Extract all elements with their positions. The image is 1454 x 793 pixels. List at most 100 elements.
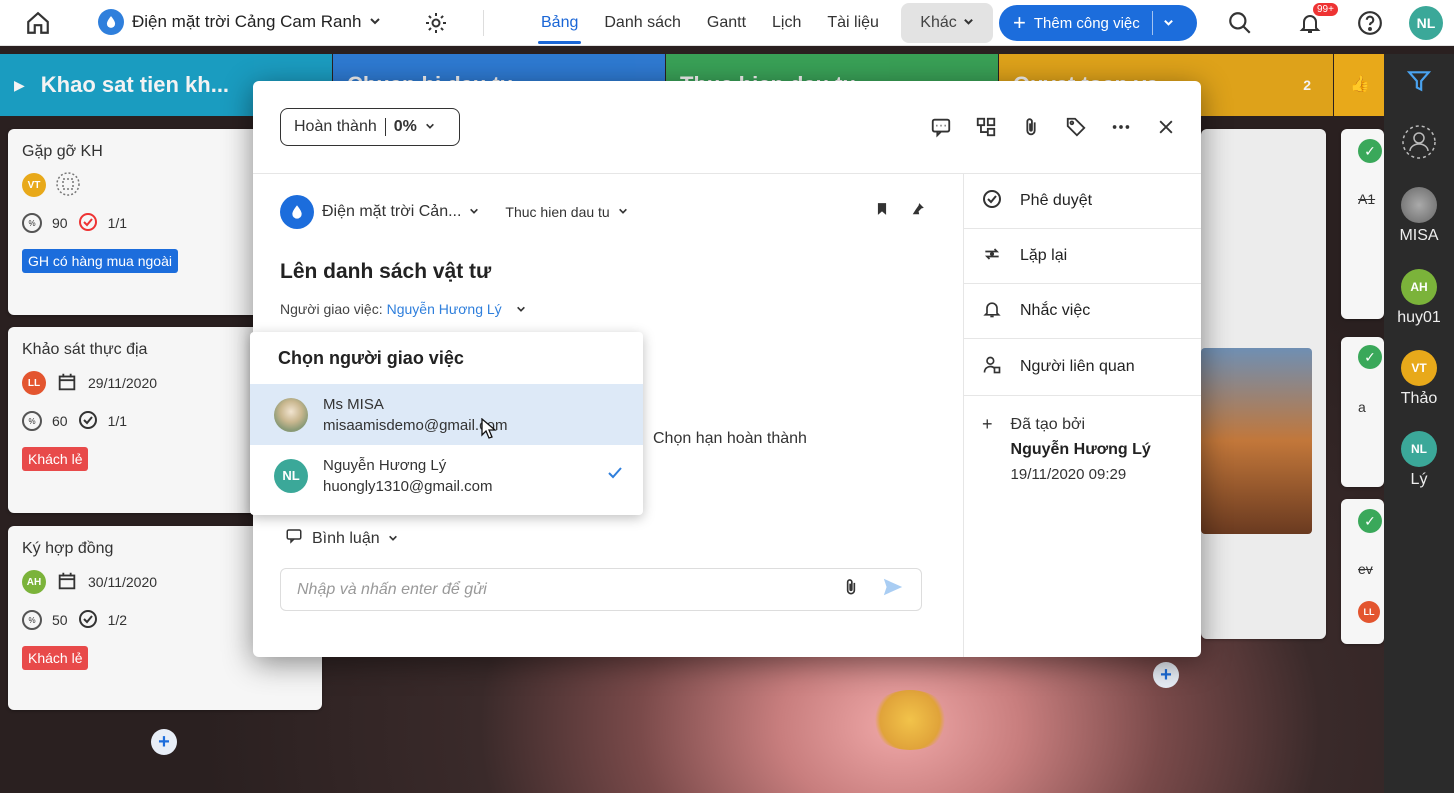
rail-user[interactable]: NL Lý [1384, 431, 1454, 489]
add-card-button[interactable]: + [1153, 662, 1179, 688]
comment-input[interactable] [297, 580, 841, 599]
rail-user[interactable]: VT Thảo [1384, 350, 1454, 408]
column-title: Khao sat tien kh... [40, 72, 230, 97]
top-bar: Điện mặt trời Cảng Cam Ranh Bảng Danh sá… [0, 0, 1454, 46]
water-drop-icon [98, 9, 124, 35]
assigner-option[interactable]: Ms MISA misaamisdemo@gmail.com [250, 384, 643, 445]
check-circle-icon [982, 189, 1002, 214]
project-crumb[interactable]: Điện mặt trời Cản... [322, 203, 461, 221]
repeat-action[interactable]: Lặp lại [964, 229, 1201, 284]
user-avatar[interactable]: NL [1409, 6, 1443, 40]
subtask-icon[interactable] [972, 113, 999, 140]
divider [483, 10, 484, 36]
checklist-count: 1/2 [107, 612, 128, 628]
option-name: Ms MISA [323, 395, 384, 413]
approve-action[interactable]: Phê duyệt [964, 174, 1201, 229]
send-icon[interactable] [881, 576, 905, 603]
task-card[interactable]: ✓ A1 [1341, 129, 1384, 319]
repeat-icon [982, 244, 1002, 269]
related-people-action[interactable]: Người liên quan [964, 339, 1201, 396]
comment-icon[interactable] [927, 113, 954, 140]
stage-crumb[interactable]: Thuc hien dau tu [505, 204, 609, 220]
chevron-down-icon[interactable] [469, 203, 479, 221]
comment-input-box [280, 568, 922, 611]
due-date: 29/11/2020 [88, 375, 158, 391]
related-label: Người liên quan [1020, 358, 1135, 375]
task-title[interactable]: Lên danh sách vật tư [280, 260, 491, 284]
tag-label: Khách lẻ [22, 447, 89, 471]
remind-label: Nhắc việc [1020, 302, 1091, 319]
assigner-option[interactable]: NL Nguyễn Hương Lý huongly1310@gmail.com [250, 445, 643, 506]
header-actions [927, 113, 1179, 140]
created-by: Nguyễn Hương Lý [1010, 441, 1151, 458]
avatar: NL [274, 458, 308, 493]
chevron-down-icon[interactable] [516, 301, 526, 317]
calendar-icon[interactable] [56, 171, 80, 199]
card-title: a [1358, 399, 1366, 415]
home-icon[interactable] [18, 3, 58, 43]
option-email: misaamisdemo@gmail.com [323, 416, 508, 434]
add-card-button[interactable]: + [151, 729, 177, 755]
bookmark-icon[interactable] [875, 202, 889, 221]
more-menu-button[interactable]: Khác [901, 3, 993, 43]
avatar [274, 397, 308, 432]
avatar: NL [1401, 431, 1437, 467]
attachment-icon[interactable] [841, 577, 861, 602]
divider [384, 118, 386, 136]
help-icon[interactable] [1350, 3, 1390, 43]
assigner-label: Người giao việc: [280, 301, 383, 317]
status-dropdown[interactable]: Hoàn thành 0% [280, 108, 460, 146]
assigner-name[interactable]: Nguyễn Hương Lý [387, 301, 502, 317]
deadline-picker[interactable]: Chọn hạn hoàn thành [653, 430, 807, 448]
chevron-down-icon[interactable] [618, 203, 628, 221]
mouse-cursor-icon [481, 417, 497, 445]
pin-icon[interactable] [911, 202, 925, 221]
rail-user[interactable]: AH huy01 [1384, 269, 1454, 327]
rail-user-label: huy01 [1397, 309, 1441, 326]
thumbs-up-icon: 👍 [1350, 76, 1370, 93]
attachment-icon[interactable] [1017, 113, 1044, 140]
more-label: Khác [920, 14, 957, 31]
tab-danh-sach[interactable]: Danh sách [591, 0, 694, 46]
checklist-count: 1/1 [107, 215, 128, 231]
tag-icon[interactable] [1062, 113, 1089, 140]
add-task-label: Thêm công việc [1033, 14, 1140, 32]
search-icon[interactable] [1220, 3, 1260, 43]
task-card[interactable]: ✓ ev LL [1341, 499, 1384, 644]
assignee-avatar: VT [22, 173, 46, 197]
task-card[interactable]: ✓ a [1341, 337, 1384, 487]
add-task-button[interactable]: + Thêm công việc [999, 5, 1197, 41]
check-icon: ✓ [1358, 139, 1382, 163]
calendar-icon [56, 371, 78, 396]
comment-label: Bình luận [312, 529, 380, 547]
plus-icon: + [982, 414, 993, 434]
chevron-down-icon[interactable] [1163, 15, 1174, 32]
created-label: Đã tạo bởi [1010, 416, 1086, 433]
column-collapse-tab[interactable]: 👍 [1334, 54, 1384, 116]
divider [1151, 11, 1153, 35]
rail-user[interactable]: MISA [1384, 187, 1454, 245]
member-rail: MISA AH huy01 VT Thảo NL Lý [1384, 54, 1454, 793]
repeat-label: Lặp lại [1020, 247, 1068, 264]
gear-icon[interactable] [416, 3, 456, 43]
more-options-icon[interactable] [1107, 113, 1134, 140]
card-title: ev [1358, 561, 1373, 577]
card-cover-image [1201, 348, 1312, 534]
project-selector[interactable]: Điện mặt trời Cảng Cam Ranh [98, 9, 381, 35]
tab-bang[interactable]: Bảng [528, 0, 591, 46]
task-side-panel: Phê duyệt Lặp lại Nhắc việc Người liên q… [963, 174, 1201, 657]
checklist-icon [78, 410, 98, 433]
comment-section-toggle[interactable]: Bình luận [284, 527, 398, 550]
tab-lich[interactable]: Lịch [759, 0, 814, 46]
close-icon[interactable] [1152, 113, 1179, 140]
tab-gantt[interactable]: Gantt [694, 0, 759, 46]
progress-icon: % [22, 411, 42, 431]
project-name: Điện mặt trời Cảng Cam Ranh [132, 12, 362, 31]
chevron-down-icon [369, 12, 381, 32]
approve-label: Phê duyệt [1020, 192, 1093, 209]
background-flower [870, 690, 950, 750]
tab-tai-lieu[interactable]: Tài liệu [814, 0, 892, 46]
user-dashed-icon[interactable] [1401, 124, 1437, 165]
filter-icon[interactable] [1406, 68, 1432, 99]
remind-action[interactable]: Nhắc việc [964, 284, 1201, 339]
